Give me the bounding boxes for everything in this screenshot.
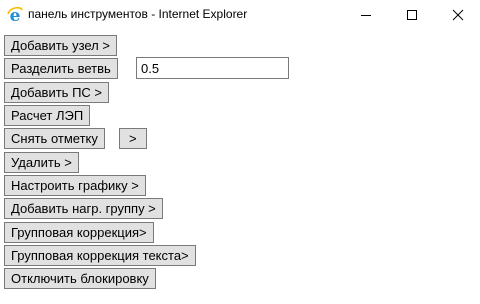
- configure-graphics-button[interactable]: Настроить графику >: [4, 175, 146, 196]
- group-text-correction-button[interactable]: Групповая коррекция текста>: [4, 245, 196, 266]
- line-calculation-button[interactable]: Расчет ЛЭП: [4, 105, 91, 126]
- delete-button[interactable]: Удалить >: [4, 152, 79, 173]
- add-load-group-button[interactable]: Добавить нагр. группу >: [4, 198, 163, 219]
- maximize-icon: [407, 10, 417, 20]
- close-icon: [452, 9, 464, 21]
- minimize-icon: [361, 15, 371, 16]
- disable-lock-button[interactable]: Отключить блокировку: [4, 268, 156, 289]
- close-button[interactable]: [435, 0, 480, 30]
- unmark-button[interactable]: Снять отметку: [4, 128, 105, 149]
- add-substation-button[interactable]: Добавить ПС >: [4, 82, 109, 103]
- unmark-more-button[interactable]: >: [119, 128, 147, 149]
- split-ratio-input[interactable]: [136, 57, 289, 79]
- maximize-button[interactable]: [389, 0, 435, 30]
- window-title: панель инструментов - Internet Explorer: [28, 7, 248, 21]
- group-correction-button[interactable]: Групповая коррекция>: [4, 222, 154, 243]
- minimize-button[interactable]: [343, 0, 389, 30]
- add-node-button[interactable]: Добавить узел >: [4, 35, 117, 56]
- title-bar: e панель инструментов - Internet Explore…: [0, 0, 480, 30]
- internet-explorer-icon: e: [6, 6, 24, 26]
- split-branch-button[interactable]: Разделить ветвь: [4, 58, 118, 79]
